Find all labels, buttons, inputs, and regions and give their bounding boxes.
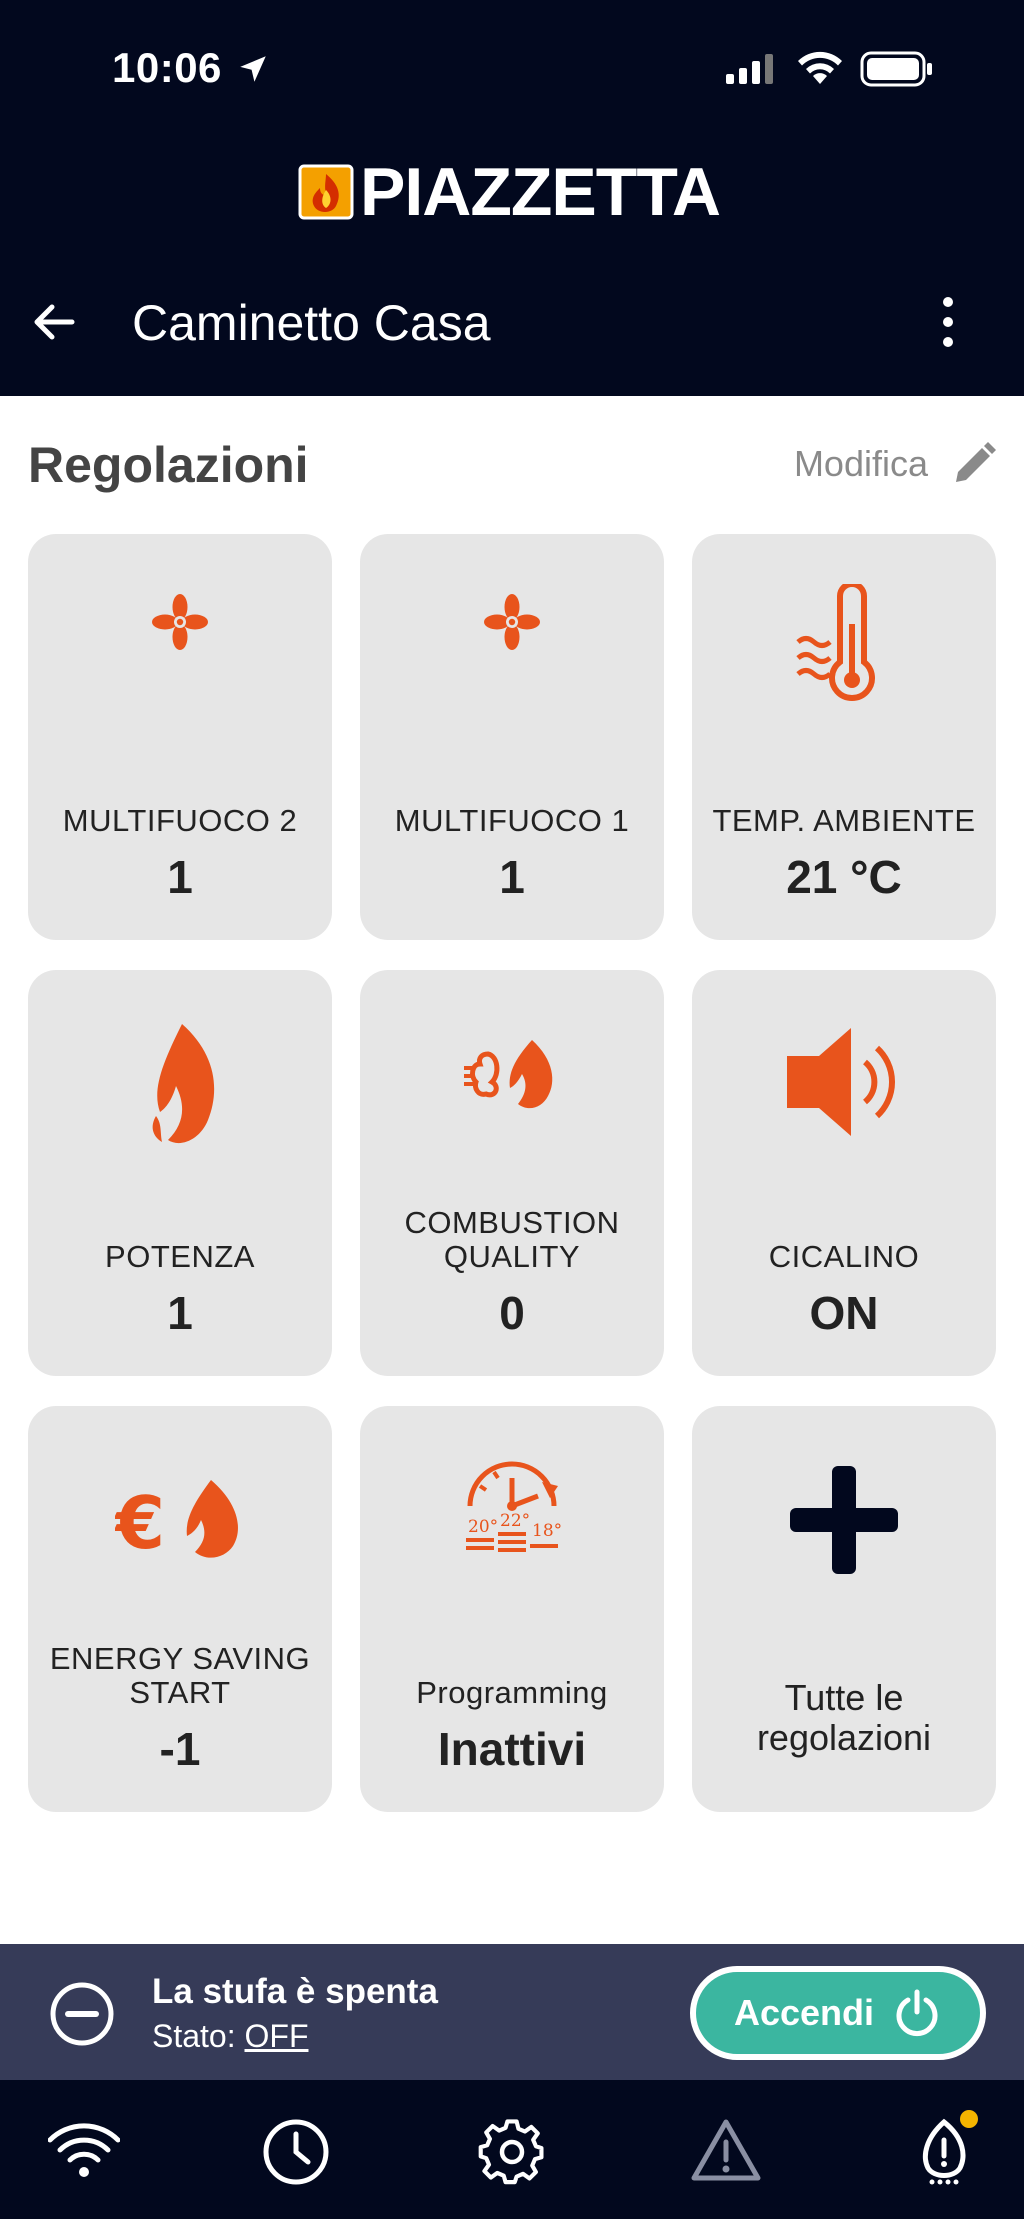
bottom-tab-bar bbox=[0, 2080, 1024, 2219]
svg-text:18°: 18° bbox=[532, 1521, 562, 1541]
power-on-label: Accendi bbox=[733, 1992, 875, 2033]
thermometer-icon bbox=[796, 584, 875, 701]
svg-text:20°: 20° bbox=[468, 1517, 498, 1537]
stove-status-panel: La stufa è spenta Stato: OFF Accendi bbox=[0, 1944, 1024, 2080]
wifi-icon bbox=[47, 2123, 121, 2177]
stove-state-value: OFF bbox=[244, 2018, 309, 2054]
tile-value: 1 bbox=[499, 851, 525, 903]
energy-saving-icon: € bbox=[115, 1480, 238, 1562]
tile-combustion-quality[interactable]: COMBUSTION QUALITY 0 bbox=[360, 970, 664, 1376]
plus-icon bbox=[790, 1466, 898, 1574]
tab-settings[interactable] bbox=[476, 2116, 548, 2188]
section-title: Regolazioni bbox=[28, 437, 309, 493]
wifi-status-icon bbox=[798, 51, 842, 84]
power-on-button[interactable]: Accendi bbox=[690, 1966, 986, 2060]
tile-label: ENERGY SAVING START bbox=[49, 1641, 311, 1710]
header: 10:06 PIAZZETTA Caminetto Casa bbox=[0, 0, 1024, 396]
clock-icon bbox=[263, 2119, 329, 2185]
tab-alarms[interactable] bbox=[690, 2116, 762, 2188]
gear-icon bbox=[478, 2119, 544, 2185]
tile-label: TEMP. AMBIENTE bbox=[712, 803, 976, 838]
tile-multifuoco-1[interactable]: MULTIFUOCO 1 1 bbox=[360, 534, 664, 940]
tab-wifi[interactable] bbox=[47, 2116, 121, 2188]
warning-icon bbox=[691, 2119, 761, 2181]
more-vertical-icon[interactable] bbox=[930, 294, 966, 350]
brand-logo: PIAZZETTA bbox=[298, 154, 721, 230]
status-time: 10:06 bbox=[112, 44, 222, 91]
tile-programming[interactable]: 20° 22° 18° Programming Inattivi bbox=[360, 1406, 664, 1812]
tab-stove-service[interactable] bbox=[908, 2110, 980, 2188]
flame-icon bbox=[152, 1024, 215, 1144]
notification-badge bbox=[960, 2110, 978, 2128]
cellular-signal-icon bbox=[726, 54, 773, 84]
settings-grid: MULTIFUOCO 2 1 MULTIFUOCO 1 1 TEMP. AMBI… bbox=[28, 534, 998, 1812]
programming-icon: 20° 22° 18° bbox=[466, 1461, 562, 1552]
fan-icon bbox=[152, 594, 208, 650]
device-title: Caminetto Casa bbox=[132, 295, 491, 351]
edit-label: Modifica bbox=[793, 443, 928, 484]
tile-value: 0 bbox=[499, 1287, 525, 1339]
app-bar: Caminetto Casa bbox=[0, 272, 1024, 372]
speaker-icon bbox=[787, 1028, 896, 1136]
back-arrow-icon[interactable] bbox=[28, 296, 80, 348]
battery-icon bbox=[860, 51, 932, 87]
tile-label: MULTIFUOCO 1 bbox=[394, 803, 630, 838]
tile-value: 1 bbox=[167, 1287, 193, 1339]
minus-circle-icon bbox=[50, 1982, 114, 2046]
tab-clock[interactable] bbox=[260, 2116, 332, 2188]
tile-label: COMBUSTION QUALITY bbox=[404, 1205, 620, 1274]
tile-multifuoco-2[interactable]: MULTIFUOCO 2 1 bbox=[28, 534, 332, 940]
stove-status-title: La stufa è spenta bbox=[152, 1972, 438, 2011]
tile-value: 21 °C bbox=[786, 851, 902, 903]
tile-label: POTENZA bbox=[105, 1239, 255, 1274]
combustion-quality-icon bbox=[464, 1040, 553, 1109]
tile-label: Tutte le regolazioni bbox=[756, 1677, 932, 1758]
power-icon bbox=[896, 1989, 938, 2037]
tile-value: ON bbox=[809, 1287, 879, 1339]
tile-value: 1 bbox=[167, 851, 193, 903]
tile-potenza[interactable]: POTENZA 1 bbox=[28, 970, 332, 1376]
section-header: Regolazioni Modifica bbox=[28, 430, 998, 500]
edit-button[interactable]: Modifica bbox=[794, 440, 998, 488]
fan-icon bbox=[484, 594, 540, 650]
tile-label: CICALINO bbox=[768, 1239, 920, 1274]
brand-name: PIAZZETTA bbox=[360, 154, 721, 230]
tile-cicalino[interactable]: CICALINO ON bbox=[692, 970, 996, 1376]
stove-state-line: Stato: OFF bbox=[152, 2018, 308, 2055]
tile-tutte-le-regolazioni[interactable]: Tutte le regolazioni bbox=[692, 1406, 996, 1812]
tile-label: MULTIFUOCO 2 bbox=[62, 803, 298, 838]
tile-value: Inattivi bbox=[437, 1723, 587, 1775]
svg-text:22°: 22° bbox=[500, 1511, 530, 1531]
pencil-icon bbox=[956, 442, 996, 482]
tile-temp-ambiente[interactable]: TEMP. AMBIENTE 21 °C bbox=[692, 534, 996, 940]
stove-state-label: Stato: bbox=[152, 2018, 236, 2054]
tile-label: Programming bbox=[416, 1675, 608, 1710]
tile-energy-saving-start[interactable]: € ENERGY SAVING START -1 bbox=[28, 1406, 332, 1812]
svg-text:€: € bbox=[115, 1481, 165, 1562]
tile-value: -1 bbox=[159, 1723, 201, 1775]
flame-logo-icon bbox=[298, 164, 354, 220]
location-arrow-icon bbox=[240, 56, 266, 82]
status-bar: 10:06 bbox=[0, 0, 1024, 140]
